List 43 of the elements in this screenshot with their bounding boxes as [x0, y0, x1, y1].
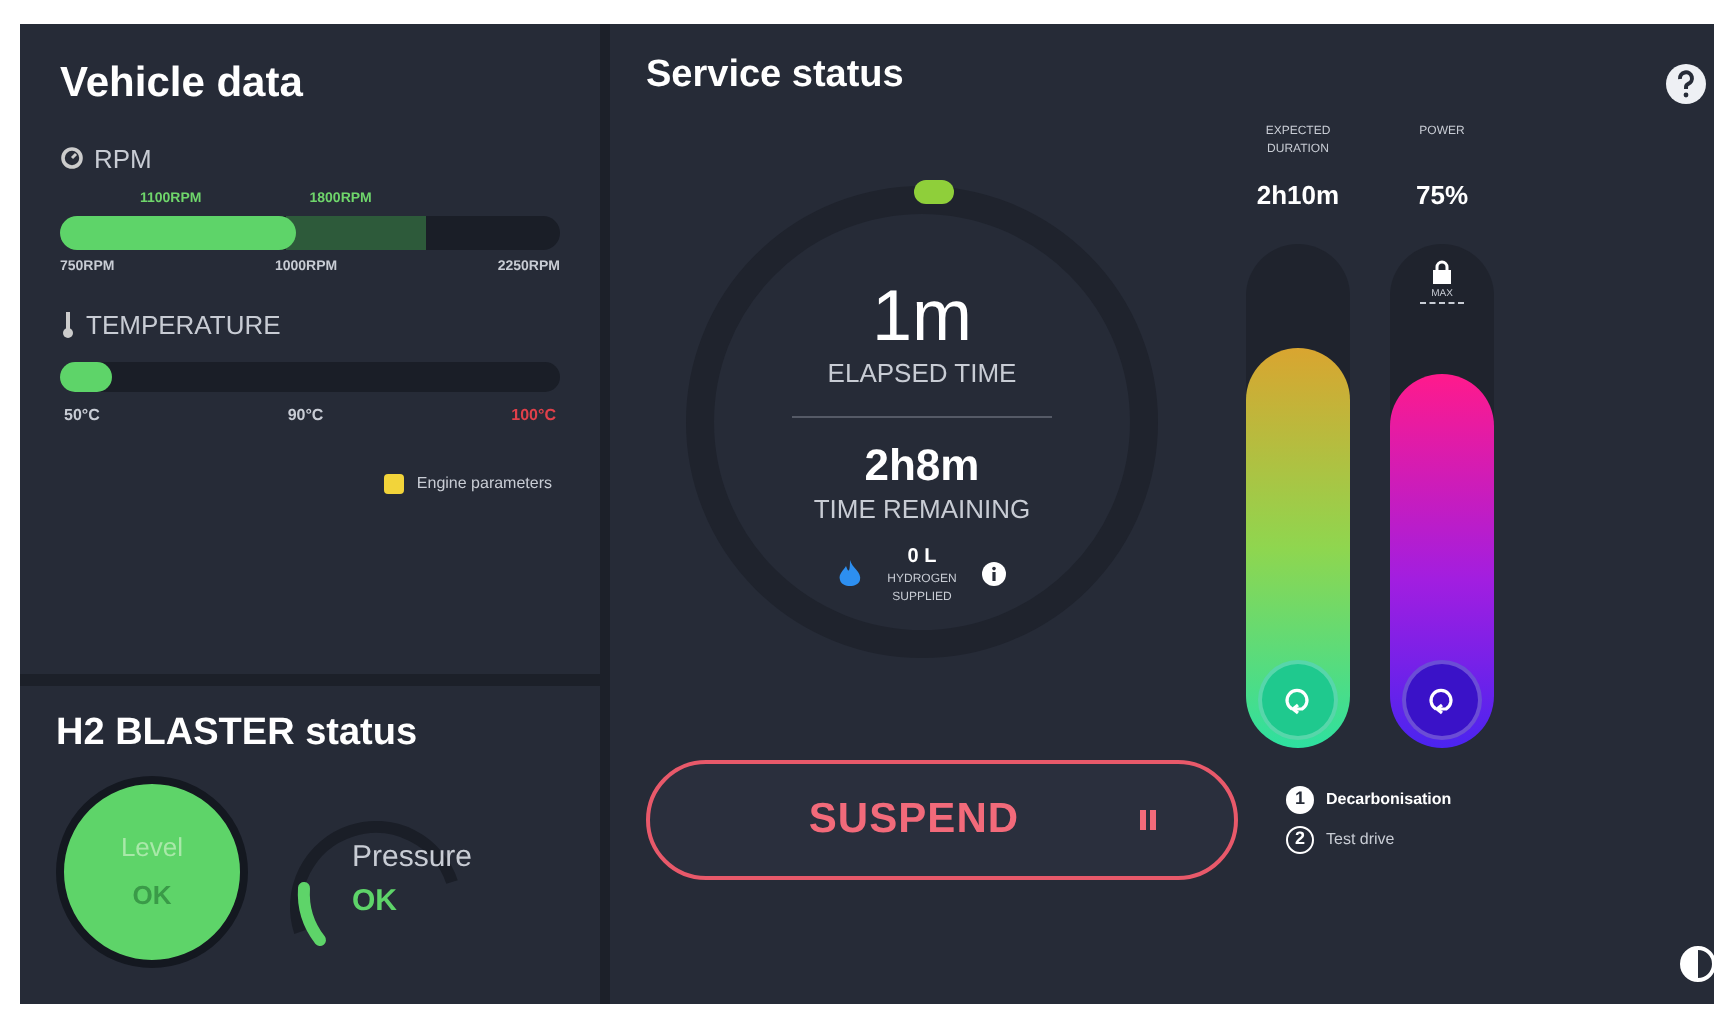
slider-value: 2h10m	[1256, 178, 1340, 214]
step-item[interactable]: 1 Decarbonisation	[1286, 785, 1452, 813]
legend-swatch-icon	[384, 473, 405, 493]
hydrogen-value: 0 L	[907, 543, 937, 571]
loop-arrow-icon	[1426, 683, 1458, 715]
step-label: Decarbonisation	[1326, 787, 1452, 811]
slider-knob[interactable]	[1402, 659, 1482, 739]
gauge-value: OK	[352, 882, 399, 922]
remaining-label: TIME REMAINING	[813, 492, 1031, 528]
temperature-tick: 100°C	[511, 403, 556, 427]
info-icon[interactable]	[982, 562, 1006, 586]
gauge-label: Level	[120, 830, 184, 866]
slider-value: 75%	[1415, 178, 1469, 214]
flame-icon	[838, 559, 862, 589]
panel-title: Vehicle data	[60, 58, 305, 110]
elapsed-time: 1m	[871, 277, 972, 353]
rpm-range-band	[285, 215, 425, 249]
slider-knob[interactable]	[1258, 659, 1338, 739]
panel-title: Service status	[646, 52, 906, 100]
loop-arrow-icon	[1282, 683, 1314, 715]
gauge-icon	[60, 146, 84, 171]
step-item[interactable]: 2 Test drive	[1286, 825, 1452, 853]
gauge-label: Pressure	[352, 837, 473, 877]
step-number: 2	[1286, 825, 1314, 853]
elapsed-label: ELAPSED TIME	[827, 355, 1017, 391]
temperature-tick: 90°C	[287, 403, 324, 427]
panel-title: H2 BLASTER status	[56, 710, 420, 758]
gauge-value: OK	[132, 877, 172, 913]
contrast-icon[interactable]	[1678, 944, 1714, 984]
remaining-time: 2h8m	[864, 442, 980, 490]
lock-icon	[1432, 259, 1452, 283]
suspend-button[interactable]: SUSPEND	[646, 759, 1238, 879]
help-icon[interactable]	[1666, 64, 1706, 104]
rpm-label: RPM	[94, 141, 152, 177]
thermometer-icon	[60, 312, 76, 339]
temperature-label: TEMPERATURE	[86, 308, 281, 344]
step-number: 1	[1286, 785, 1314, 813]
legend-label: Engine parameters	[416, 471, 552, 495]
pause-icon	[1139, 809, 1156, 829]
slider-fill[interactable]	[1390, 374, 1494, 747]
temperature-tick: 50°C	[64, 403, 100, 427]
slider-fill[interactable]	[1246, 348, 1350, 747]
step-label: Test drive	[1326, 827, 1395, 851]
